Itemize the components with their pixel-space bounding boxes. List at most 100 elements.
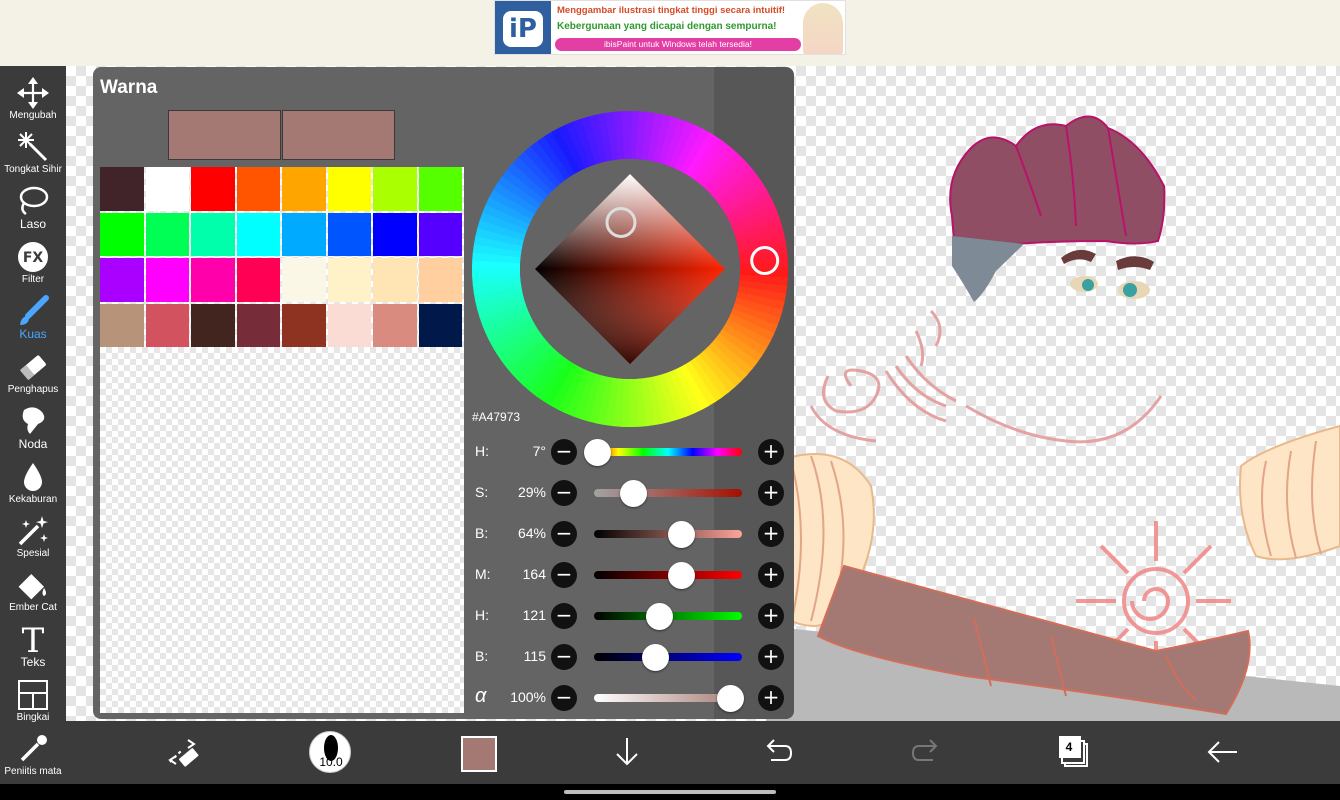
tool-label: Kekaburan xyxy=(8,494,58,505)
layers-button[interactable]: 4 xyxy=(1057,732,1097,772)
slider-knob[interactable] xyxy=(668,521,696,548)
palette-swatch[interactable] xyxy=(191,303,235,347)
palette-swatch[interactable] xyxy=(100,258,144,302)
system-nav-bar xyxy=(0,784,1340,800)
decrement-button[interactable]: − xyxy=(551,685,577,711)
tool-bingkai[interactable]: Bingkai xyxy=(0,674,66,728)
palette-swatch[interactable] xyxy=(145,258,189,302)
slider-green: H: 121− + xyxy=(470,601,790,631)
increment-button[interactable]: + xyxy=(758,603,784,629)
palette-swatch[interactable] xyxy=(327,303,371,347)
slider-knob[interactable] xyxy=(668,562,696,589)
svg-text:FX: FX xyxy=(23,250,44,266)
palette-swatch[interactable] xyxy=(236,303,280,347)
tool-teks[interactable]: T Teks xyxy=(0,618,66,672)
decrement-button[interactable]: − xyxy=(551,521,577,547)
ad-line-2: Kebergunaan yang dicapai dengan sempurna… xyxy=(557,21,777,32)
palette-swatch[interactable] xyxy=(100,212,144,256)
increment-button[interactable]: + xyxy=(758,480,784,506)
increment-button[interactable]: + xyxy=(758,644,784,670)
tool-spesial[interactable]: Spesial xyxy=(0,510,66,564)
tool-ember-cat[interactable]: Ember Cat xyxy=(0,564,66,618)
decrement-button[interactable]: − xyxy=(551,603,577,629)
slider-knob[interactable] xyxy=(645,603,673,630)
slider-track[interactable] xyxy=(594,448,742,456)
increment-button[interactable]: + xyxy=(758,685,784,711)
slider-label: α xyxy=(475,685,487,707)
slider-label: M: xyxy=(475,566,491,582)
decrement-button[interactable]: − xyxy=(551,562,577,588)
palette-swatch[interactable] xyxy=(373,303,417,347)
palette-swatch[interactable] xyxy=(282,212,326,256)
tool-kuas[interactable]: Kuas xyxy=(0,290,66,344)
tool-label: Filter xyxy=(21,274,45,285)
palette-swatch[interactable] xyxy=(373,167,417,211)
tool-tongkat-sihir[interactable]: Tongkat Sihir xyxy=(0,126,66,180)
palette-swatch[interactable] xyxy=(191,258,235,302)
palette-swatch[interactable] xyxy=(236,258,280,302)
palette-swatch[interactable] xyxy=(145,212,189,256)
tool-filter[interactable]: FX Filter xyxy=(0,236,66,290)
palette-swatch[interactable] xyxy=(418,212,462,256)
tool-penghapus[interactable]: Penghapus xyxy=(0,346,66,400)
palette-swatch[interactable] xyxy=(191,167,235,211)
slider-track[interactable] xyxy=(594,489,742,497)
slider-saturation: S: 29% − + xyxy=(470,478,790,508)
slider-knob[interactable] xyxy=(642,644,670,671)
tool-laso[interactable]: Laso xyxy=(0,180,66,234)
palette-swatch[interactable] xyxy=(282,258,326,302)
tool-kekaburan[interactable]: Kekaburan xyxy=(0,456,66,510)
brush-size-button[interactable]: 10.0 xyxy=(309,731,351,773)
slider-value: 164 xyxy=(522,566,546,582)
decrement-button[interactable]: − xyxy=(551,644,577,670)
color-wheel[interactable] xyxy=(470,109,790,429)
palette-swatch[interactable] xyxy=(418,303,462,347)
palette-swatch[interactable] xyxy=(418,258,462,302)
palette-swatch[interactable] xyxy=(145,303,189,347)
palette-swatch[interactable] xyxy=(327,167,371,211)
ad-banner[interactable]: iP Menggambar ilustrasi tingkat tinggi s… xyxy=(494,0,846,55)
palette-swatch[interactable] xyxy=(282,167,326,211)
increment-button[interactable]: + xyxy=(758,521,784,547)
palette-swatch[interactable] xyxy=(327,212,371,256)
palette-swatch[interactable] xyxy=(145,167,189,211)
palette-swatch[interactable] xyxy=(327,258,371,302)
bottom-toolbar: 10.0 4 xyxy=(66,721,1340,784)
back-arrow-icon[interactable] xyxy=(1203,732,1243,772)
slider-value: 121 xyxy=(522,607,546,623)
previous-color-swatch[interactable] xyxy=(168,110,281,160)
slider-knob[interactable] xyxy=(620,480,648,507)
fx-icon: FX xyxy=(18,242,48,272)
decrement-button[interactable]: − xyxy=(551,480,577,506)
swap-color-icon[interactable] xyxy=(162,732,202,772)
color-panel: Warna #A47973 H: 7° − + S: 29% − + B: 64… xyxy=(93,67,794,719)
increment-button[interactable]: + xyxy=(758,562,784,588)
current-color-button[interactable] xyxy=(461,736,497,772)
palette-swatch[interactable] xyxy=(100,303,144,347)
text-icon: T xyxy=(22,622,45,656)
palette-swatch[interactable] xyxy=(236,167,280,211)
tool-noda[interactable]: Noda xyxy=(0,400,66,454)
slider-label: S: xyxy=(475,484,489,500)
slider-knob[interactable] xyxy=(583,439,611,466)
palette-swatch[interactable] xyxy=(282,303,326,347)
hue-ring[interactable] xyxy=(470,109,790,429)
magic-wand-icon xyxy=(18,132,48,162)
tool-mengubah[interactable]: Mengubah xyxy=(0,72,66,126)
redo-icon[interactable] xyxy=(907,732,947,772)
palette-swatch[interactable] xyxy=(373,258,417,302)
undo-icon[interactable] xyxy=(757,732,797,772)
down-arrow-icon[interactable] xyxy=(607,732,647,772)
increment-button[interactable]: + xyxy=(758,439,784,465)
tool-peniitis-mata[interactable]: Peniitis mata xyxy=(0,728,66,782)
palette-swatch[interactable] xyxy=(191,212,235,256)
decrement-button[interactable]: − xyxy=(551,439,577,465)
home-gesture-handle[interactable] xyxy=(564,790,776,794)
blur-drop-icon xyxy=(24,463,42,491)
slider-blue: B: 115− + xyxy=(470,642,790,672)
palette-swatch[interactable] xyxy=(100,167,144,211)
palette-swatch[interactable] xyxy=(373,212,417,256)
slider-knob[interactable] xyxy=(717,685,744,712)
palette-swatch[interactable] xyxy=(418,167,462,211)
palette-swatch[interactable] xyxy=(236,212,280,256)
